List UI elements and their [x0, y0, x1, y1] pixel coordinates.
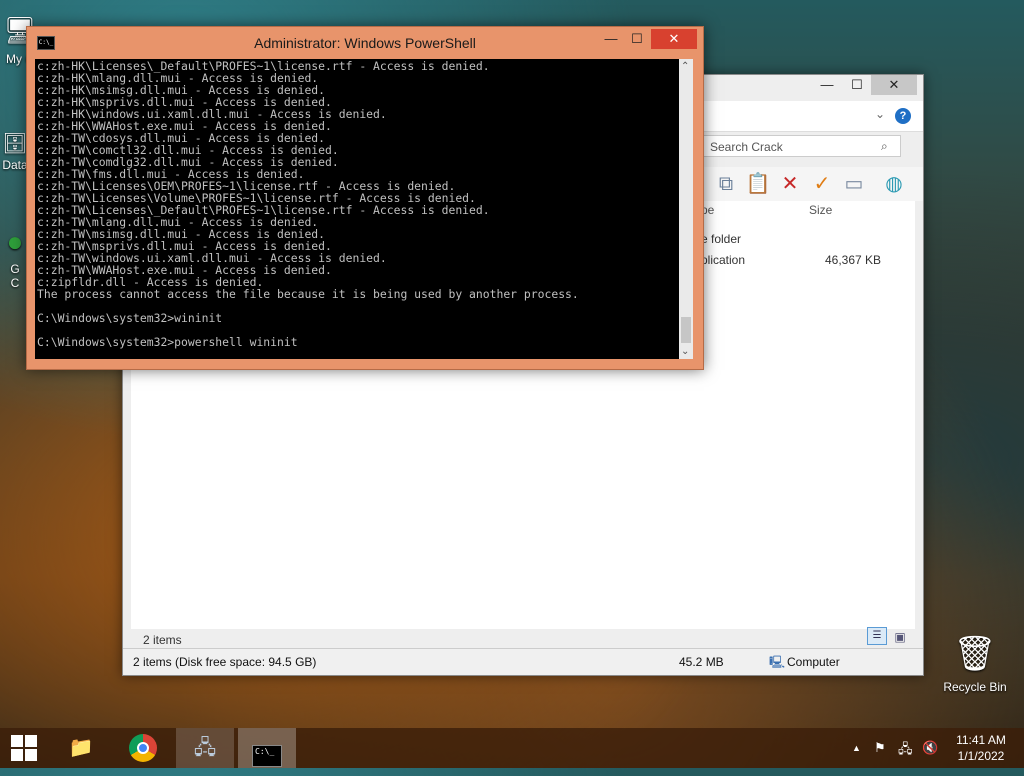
scroll-up-icon[interactable]: ⌃	[681, 61, 689, 72]
help-icon[interactable]: ?	[895, 108, 911, 124]
explorer-close-button[interactable]: ✕	[871, 75, 917, 95]
file-type[interactable]: e folder	[701, 232, 741, 246]
folder-icon: 📁	[68, 737, 94, 759]
powershell-window: C:\_ Administrator: Windows PowerShell —…	[26, 26, 704, 370]
desktop-icon-label: Recycle Bin	[943, 680, 1007, 694]
network-icon[interactable]: 🖧	[898, 740, 913, 762]
status-bar: 2 items (Disk free space: 94.5 GB) 45.2 …	[123, 648, 923, 675]
minimize-button[interactable]: —	[597, 29, 625, 49]
console-text: c:zh-HK\Licenses\_Default\PROFES~1\licen…	[37, 59, 579, 359]
computer-icon: 🖳	[769, 655, 786, 669]
network-setup-icon: 🖧	[193, 737, 217, 759]
recycle-bin-icon: 🗑	[953, 635, 997, 673]
taskbar-powershell[interactable]: C:\_	[238, 728, 296, 768]
start-button[interactable]	[0, 728, 48, 768]
show-hidden-icons-button[interactable]: ▲	[852, 743, 861, 753]
status-location: Computer	[787, 655, 840, 669]
clock[interactable]: 11:41 AM 1/1/2022	[948, 732, 1014, 764]
large-icons-view-icon[interactable]: ▣	[891, 629, 909, 645]
properties-icon[interactable]: ▭	[841, 171, 867, 197]
action-center-flag-icon[interactable]: ⚑	[874, 740, 886, 756]
status-text: 2 items (Disk free space: 94.5 GB)	[133, 655, 317, 669]
search-icon: ⌕	[881, 139, 888, 153]
scrollbar[interactable]: ⌃ ⌄	[679, 59, 693, 359]
copy-icon[interactable]: ⧉	[713, 171, 739, 197]
close-button[interactable]: ✕	[651, 29, 697, 49]
file-size[interactable]: 46,367 KB	[825, 253, 881, 267]
file-type[interactable]: plication	[701, 253, 745, 267]
options-icon[interactable]: ◍	[881, 171, 907, 197]
taskbar-chrome[interactable]	[114, 728, 172, 768]
details-view-icon[interactable]: ☰	[867, 627, 887, 645]
scrollbar-thumb[interactable]	[681, 317, 691, 343]
scroll-down-icon[interactable]: ⌄	[681, 346, 689, 357]
explorer-minimize-button[interactable]: —	[813, 75, 841, 95]
desktop-icon-recycle-bin[interactable]: 🗑 Recycle Bin	[938, 628, 1012, 694]
taskbar: 📁 🖧 C:\_ ▲ ⚑ 🖧 🔇 11:41 AM 1/1/2022	[0, 728, 1024, 768]
search-input[interactable]: Search Crack	[703, 135, 901, 157]
chrome-icon	[129, 734, 157, 762]
paste-icon[interactable]: 📋	[745, 171, 771, 197]
items-count: 2 items	[143, 633, 182, 647]
taskbar-network-setup[interactable]: 🖧	[176, 728, 234, 768]
console-icon: C:\_	[252, 745, 282, 767]
chevron-down-icon[interactable]: ⌄	[875, 107, 885, 121]
powershell-titlebar[interactable]: C:\_ Administrator: Windows PowerShell —…	[27, 27, 703, 57]
delete-icon[interactable]: ✕	[777, 171, 803, 197]
status-size: 45.2 MB	[679, 655, 724, 669]
explorer-maximize-button[interactable]: ☐	[843, 75, 871, 95]
clock-time: 11:41 AM	[956, 733, 1006, 747]
console-output[interactable]: c:zh-HK\Licenses\_Default\PROFES~1\licen…	[35, 59, 679, 359]
taskbar-file-explorer[interactable]: 📁	[52, 728, 110, 768]
rename-icon[interactable]: ✓	[809, 171, 835, 197]
clock-date: 1/1/2022	[957, 749, 1005, 763]
column-header-size[interactable]: Size	[809, 203, 832, 217]
volume-muted-icon[interactable]: 🔇	[922, 740, 938, 756]
windows-logo-icon	[11, 735, 37, 761]
maximize-button[interactable]: ☐	[623, 29, 651, 49]
